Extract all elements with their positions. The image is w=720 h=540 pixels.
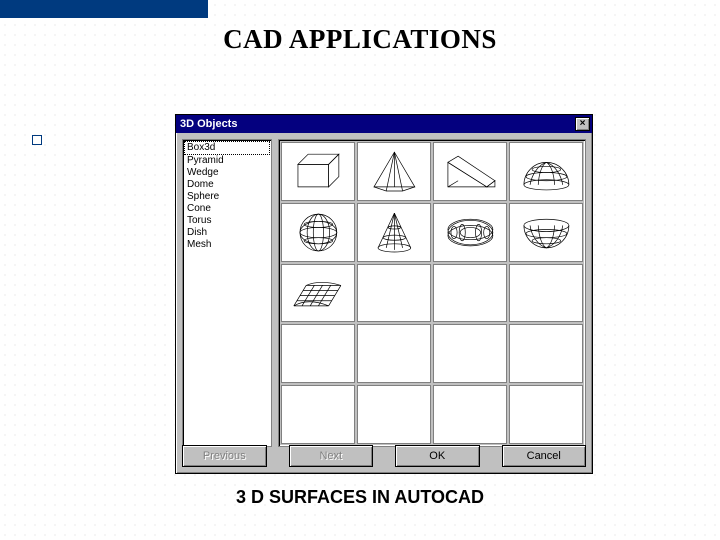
list-item[interactable]: Torus [184, 215, 270, 227]
torus-icon [438, 207, 503, 258]
list-item[interactable]: Dish [184, 227, 270, 239]
list-item[interactable]: Box3d [184, 141, 270, 155]
bullet-icon [32, 135, 42, 145]
preview-blank[interactable] [357, 385, 431, 444]
list-item[interactable]: Sphere [184, 191, 270, 203]
preview-blank[interactable] [433, 324, 507, 383]
pyramid-icon [362, 146, 427, 197]
dialog-titlebar[interactable]: 3D Objects × [176, 115, 592, 133]
preview-cone[interactable] [357, 203, 431, 262]
wedge-icon [438, 146, 503, 197]
box3d-icon [286, 146, 351, 197]
cancel-button[interactable]: Cancel [502, 445, 587, 467]
preview-blank[interactable] [509, 385, 583, 444]
preview-pyramid[interactable] [357, 142, 431, 201]
preview-dome[interactable] [509, 142, 583, 201]
preview-blank[interactable] [281, 324, 355, 383]
dialog-3d-objects: 3D Objects × Box3d Pyramid Wedge Dome Sp… [175, 114, 593, 474]
preview-blank[interactable] [509, 264, 583, 323]
list-item[interactable]: Cone [184, 203, 270, 215]
dome-icon [514, 146, 579, 197]
preview-blank[interactable] [357, 324, 431, 383]
close-icon: × [580, 119, 586, 129]
preview-sphere[interactable] [281, 203, 355, 262]
preview-torus[interactable] [433, 203, 507, 262]
slide-accent-bar [0, 0, 208, 18]
preview-blank[interactable] [433, 385, 507, 444]
preview-blank[interactable] [509, 324, 583, 383]
preview-blank[interactable] [281, 385, 355, 444]
list-item[interactable]: Dome [184, 179, 270, 191]
list-item[interactable]: Mesh [184, 239, 270, 251]
sphere-icon [286, 207, 351, 258]
button-row: Previous Next OK Cancel [182, 445, 586, 467]
object-listbox[interactable]: Box3d Pyramid Wedge Dome Sphere Cone Tor… [182, 139, 272, 447]
slide-caption: 3 D SURFACES IN AUTOCAD [0, 487, 720, 508]
slide-title: CAD APPLICATIONS [0, 24, 720, 55]
next-button[interactable]: Next [289, 445, 374, 467]
preview-blank[interactable] [357, 264, 431, 323]
list-item[interactable]: Pyramid [184, 155, 270, 167]
mesh-icon [286, 267, 351, 318]
close-button[interactable]: × [575, 117, 590, 131]
cone-icon [362, 207, 427, 258]
preview-wedge[interactable] [433, 142, 507, 201]
preview-dish[interactable] [509, 203, 583, 262]
preview-box3d[interactable] [281, 142, 355, 201]
preview-mesh[interactable] [281, 264, 355, 323]
preview-grid [278, 139, 586, 447]
list-item[interactable]: Wedge [184, 167, 270, 179]
ok-button[interactable]: OK [395, 445, 480, 467]
dish-icon [514, 207, 579, 258]
preview-blank[interactable] [433, 264, 507, 323]
dialog-title: 3D Objects [180, 118, 237, 130]
previous-button[interactable]: Previous [182, 445, 267, 467]
